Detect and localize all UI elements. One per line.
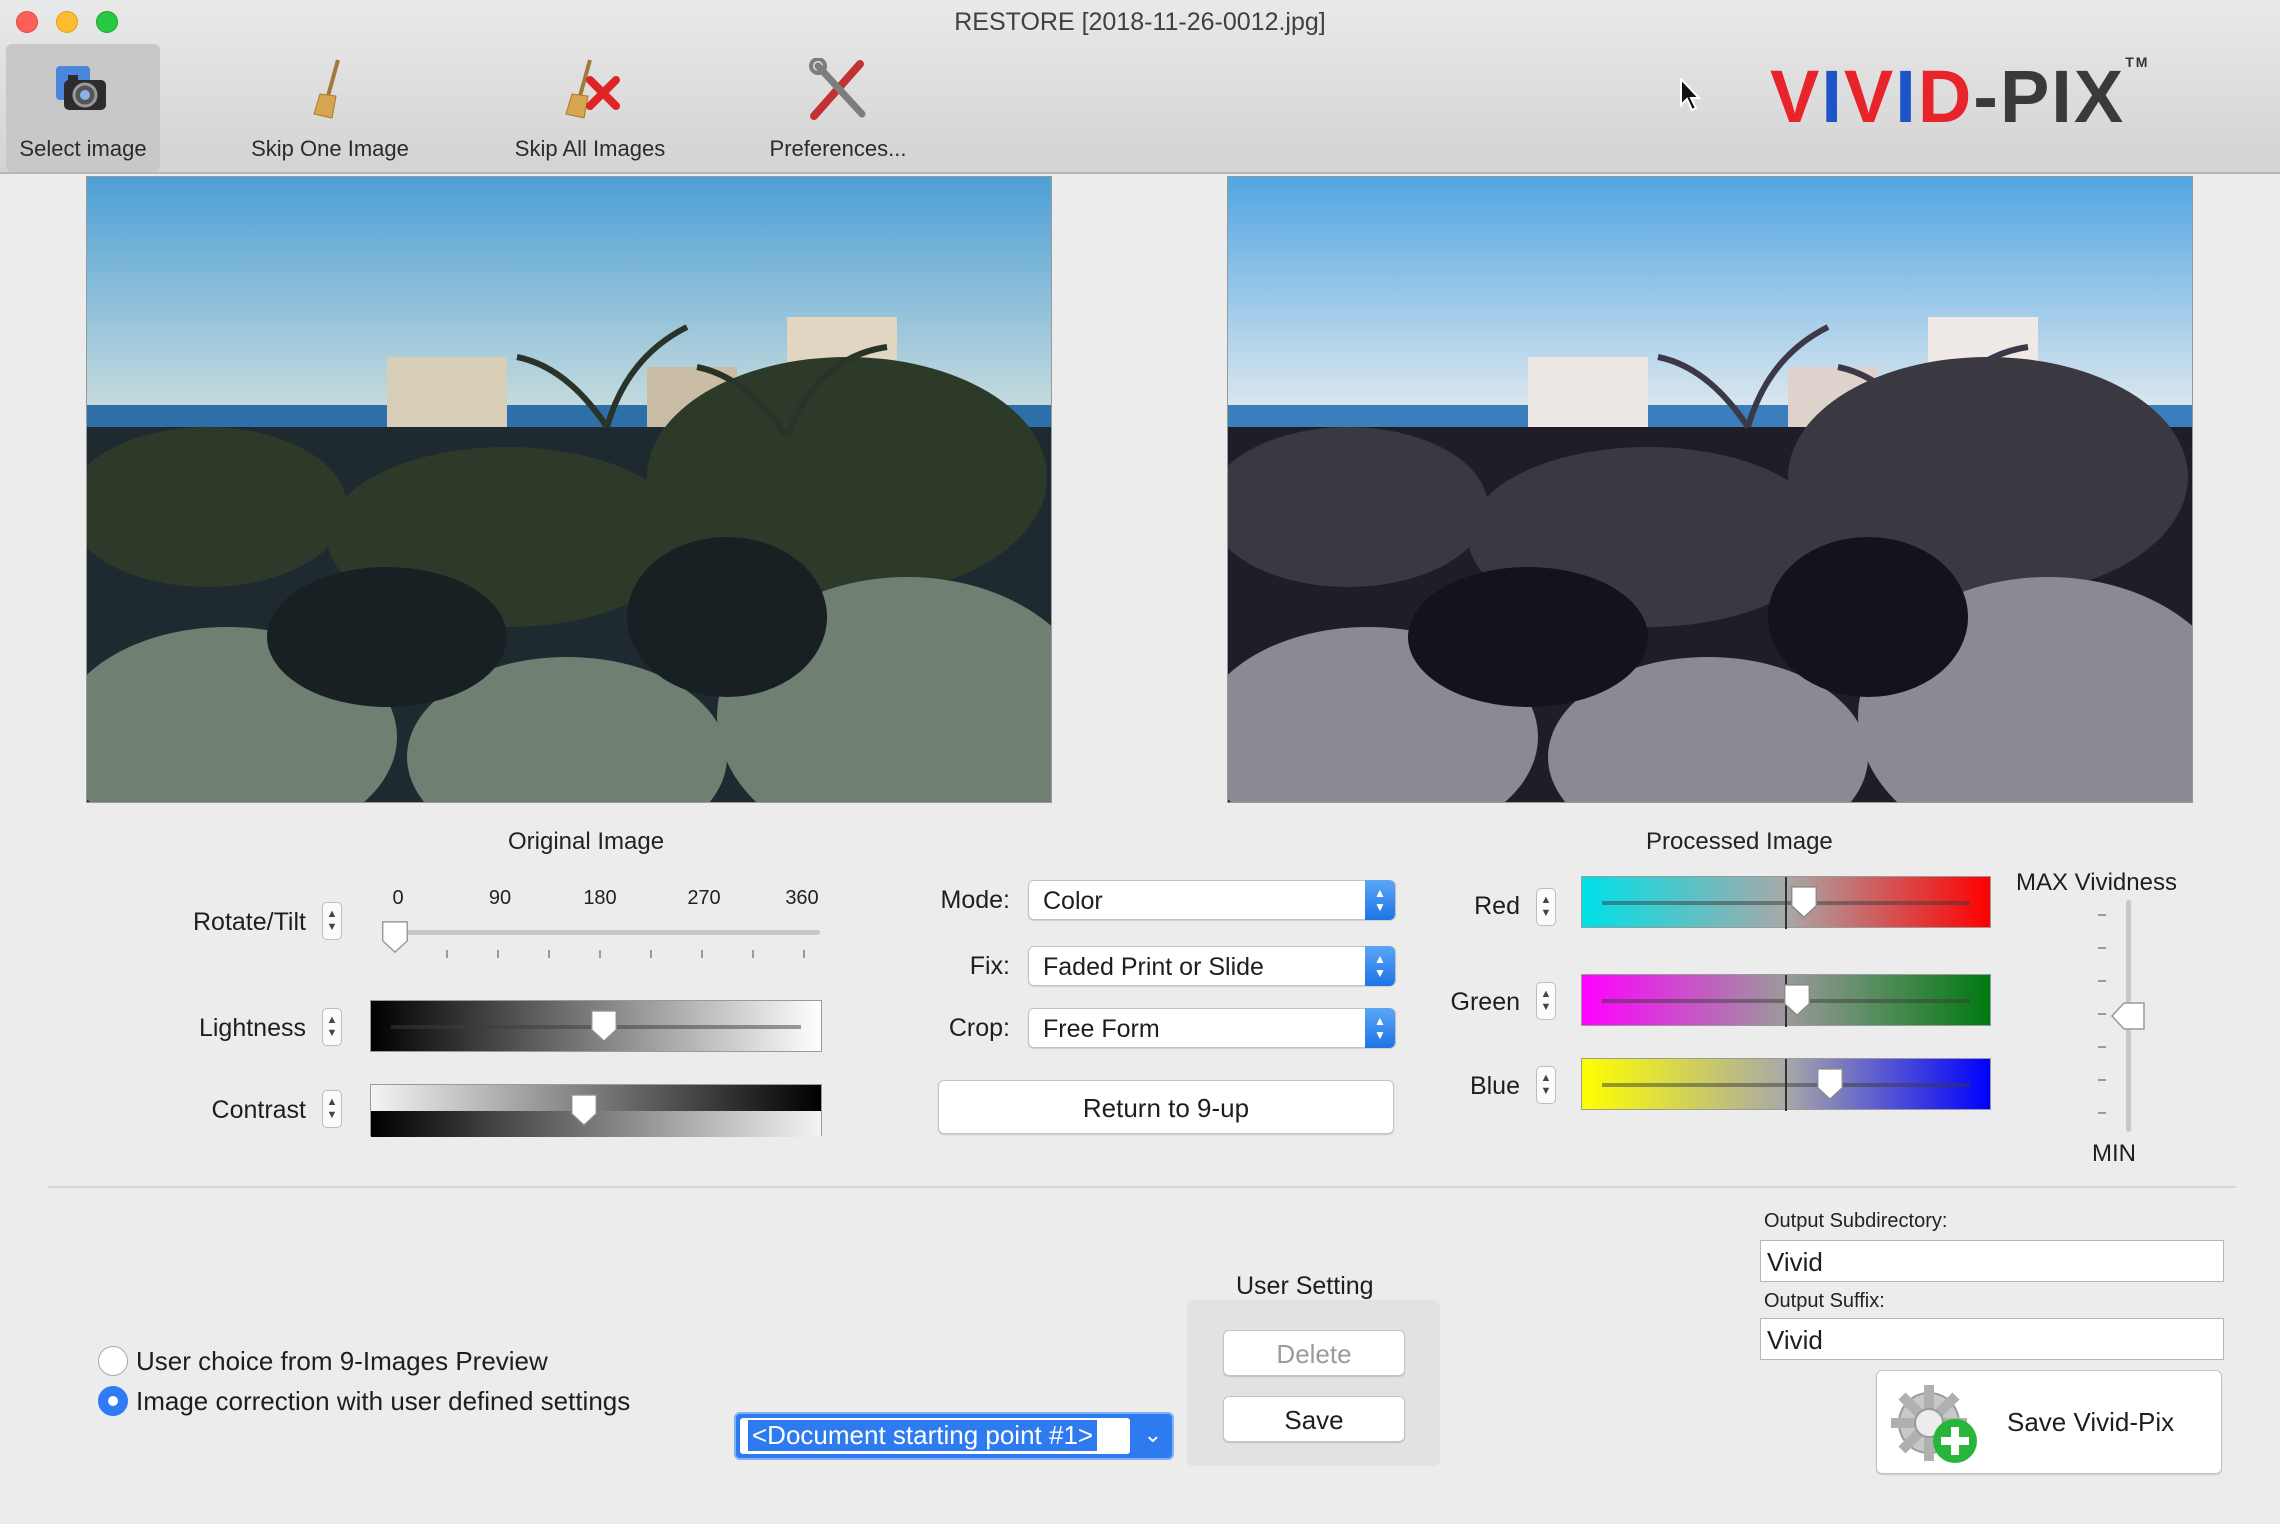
- red-slider-thumb[interactable]: [1789, 885, 1819, 919]
- user-defined-settings-label: Image correction with user defined setti…: [136, 1386, 631, 1416]
- vividness-slider-thumb[interactable]: [2110, 1001, 2146, 1031]
- document-select-value: <Document starting point #1>: [748, 1420, 1098, 1451]
- contrast-stepper[interactable]: ▲ ▼: [322, 1090, 342, 1128]
- preferences-button[interactable]: Preferences...: [748, 44, 928, 172]
- fix-select[interactable]: Faded Print or Slide ▲ ▼: [1028, 946, 1396, 986]
- chevron-down-icon: ▼: [326, 1109, 338, 1121]
- crop-label: Crop:: [948, 1014, 1010, 1042]
- output-subdirectory-field[interactable]: Vivid: [1760, 1240, 2224, 1282]
- rotate-slider-thumb[interactable]: [380, 920, 410, 954]
- select-arrows-icon: ▲ ▼: [1365, 880, 1395, 920]
- mode-select-value: Color: [1043, 887, 1103, 915]
- chevron-up-icon: ▲: [1540, 988, 1552, 1000]
- vivid-pix-logo: VIVID-PIXTM: [1770, 54, 2150, 138]
- user-setting-title: User Setting: [1236, 1272, 1374, 1300]
- blue-slider-thumb[interactable]: [1815, 1067, 1845, 1101]
- chevron-down-icon: ▼: [1540, 1001, 1552, 1013]
- user-defined-settings-radio[interactable]: [98, 1386, 128, 1416]
- select-arrows-icon: ▲ ▼: [1365, 946, 1395, 986]
- save-vivid-pix-button[interactable]: Save Vivid-Pix: [1876, 1370, 2222, 1474]
- rotate-tilt-label: Rotate/Tilt: [192, 908, 306, 936]
- chevron-up-icon: ▲: [326, 908, 338, 920]
- mode-label: Mode:: [940, 886, 1010, 914]
- window-title: RESTORE [2018-11-26-0012.jpg]: [954, 8, 1326, 36]
- mode-select[interactable]: Color ▲ ▼: [1028, 880, 1396, 920]
- original-image-caption: Original Image: [508, 828, 665, 855]
- fix-label: Fix:: [969, 952, 1010, 980]
- broom-cancel-icon: [500, 58, 680, 122]
- section-divider: [48, 1186, 2236, 1188]
- chevron-down-icon: ▼: [1540, 1085, 1552, 1097]
- fix-select-value: Faded Print or Slide: [1043, 953, 1264, 981]
- rotate-slider[interactable]: [380, 920, 820, 970]
- delete-setting-button[interactable]: Delete: [1223, 1330, 1405, 1376]
- blue-stepper[interactable]: ▲ ▼: [1536, 1066, 1556, 1104]
- lightness-slider[interactable]: [370, 1000, 822, 1052]
- return-to-9up-button[interactable]: Return to 9-up: [938, 1080, 1394, 1134]
- lightness-slider-thumb[interactable]: [589, 1009, 619, 1043]
- chevron-up-icon: ▲: [1540, 894, 1552, 906]
- gear-add-icon: [1885, 1379, 1985, 1476]
- vividness-slider[interactable]: [2090, 900, 2150, 1132]
- nine-images-preview-radio[interactable]: [98, 1346, 128, 1376]
- camera-icon: [6, 58, 160, 122]
- green-stepper[interactable]: ▲ ▼: [1536, 982, 1556, 1020]
- select-arrows-icon: ▲ ▼: [1365, 1008, 1395, 1048]
- skip-all-label: Skip All Images: [514, 136, 666, 161]
- rotate-tick-label: 90: [488, 887, 512, 909]
- save-vivid-pix-label: Save Vivid-Pix: [2007, 1407, 2175, 1437]
- red-slider[interactable]: [1581, 876, 1991, 929]
- red-label: Red: [1474, 892, 1520, 920]
- chevron-up-icon: ▲: [1540, 1072, 1552, 1084]
- tools-icon: [748, 57, 928, 122]
- select-image-label: Select image: [19, 136, 147, 161]
- original-image: [86, 176, 1052, 803]
- lightness-stepper[interactable]: ▲ ▼: [322, 1008, 342, 1046]
- chevron-down-icon: ▼: [1540, 907, 1552, 919]
- rotate-tick-label: 270: [687, 887, 721, 909]
- crop-select[interactable]: Free Form ▲ ▼: [1028, 1008, 1396, 1048]
- select-image-button[interactable]: Select image: [6, 44, 160, 172]
- save-setting-button[interactable]: Save: [1223, 1396, 1405, 1442]
- chevron-down-icon: ▼: [326, 1027, 338, 1039]
- preferences-label: Preferences...: [769, 136, 907, 161]
- output-subdirectory-label: Output Subdirectory:: [1764, 1210, 1948, 1232]
- skip-all-images-button[interactable]: Skip All Images: [500, 44, 680, 172]
- blue-label: Blue: [1469, 1072, 1520, 1100]
- max-vividness-label: MAX Vividness: [2016, 869, 2177, 896]
- processed-image: [1227, 176, 2193, 803]
- green-label: Green: [1450, 988, 1520, 1016]
- rotate-stepper[interactable]: ▲ ▼: [322, 902, 342, 940]
- broom-icon: [240, 58, 420, 122]
- skip-one-label: Skip One Image: [251, 136, 409, 161]
- nine-images-preview-label: User choice from 9-Images Preview: [136, 1346, 548, 1376]
- chevron-up-icon: ▲: [326, 1096, 338, 1108]
- contrast-slider-thumb[interactable]: [569, 1093, 599, 1127]
- chevron-down-icon: ▼: [326, 921, 338, 933]
- rotate-tick-label: 0: [392, 887, 404, 909]
- green-slider[interactable]: [1581, 974, 1991, 1027]
- document-starting-point-select[interactable]: <Document starting point #1> ⌄: [734, 1412, 1174, 1460]
- crop-select-value: Free Form: [1043, 1015, 1160, 1043]
- output-suffix-label: Output Suffix:: [1764, 1290, 1885, 1312]
- green-slider-thumb[interactable]: [1782, 983, 1812, 1017]
- lightness-label: Lightness: [198, 1014, 306, 1042]
- chevron-up-icon: ▲: [326, 1014, 338, 1026]
- min-vividness-label: MIN: [2092, 1140, 2136, 1167]
- chevron-down-icon: ⌄: [1143, 1422, 1162, 1447]
- contrast-slider[interactable]: [370, 1084, 822, 1137]
- mouse-cursor-icon: [1680, 76, 1702, 117]
- output-suffix-field[interactable]: Vivid: [1760, 1318, 2224, 1360]
- blue-slider[interactable]: [1581, 1058, 1991, 1111]
- title-toolbar: RESTORE [2018-11-26-0012.jpg] Select ima…: [0, 0, 2280, 174]
- contrast-label: Contrast: [211, 1096, 306, 1124]
- rotate-tick-label: 180: [583, 887, 617, 909]
- red-stepper[interactable]: ▲ ▼: [1536, 888, 1556, 926]
- processed-image-caption: Processed Image: [1646, 828, 1833, 855]
- rotate-tick-label: 360: [785, 887, 819, 909]
- skip-one-image-button[interactable]: Skip One Image: [240, 44, 420, 172]
